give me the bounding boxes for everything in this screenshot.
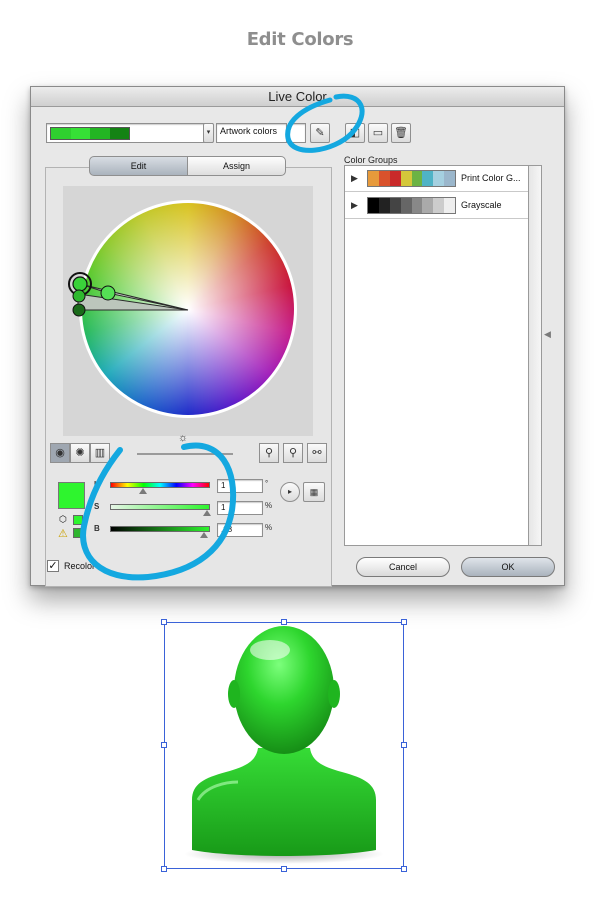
page-heading: Edit Colors — [246, 29, 354, 50]
web-safe-swatch[interactable] — [73, 515, 83, 525]
group-color-swatch[interactable] — [368, 171, 379, 186]
color-group-swatches — [367, 170, 456, 187]
color-bars-icon[interactable]: ▥ — [90, 443, 110, 463]
harmony-handles[interactable] — [63, 186, 313, 436]
artwork-color-swatch[interactable] — [51, 128, 71, 139]
dialog-title: Live Color — [31, 87, 564, 107]
gamut-warning-icon[interactable]: ⚠ — [58, 527, 68, 540]
brightness-thumb[interactable] — [200, 532, 208, 538]
link-harmony-icon[interactable]: ⚯ — [307, 443, 327, 463]
expand-triangle-icon[interactable]: ▶ — [351, 200, 358, 211]
recolor-checkbox[interactable]: ✓ — [47, 560, 59, 572]
remove-color-tool-icon[interactable]: ⚲ — [283, 443, 303, 463]
new-folder-icon[interactable]: ▭ — [368, 123, 388, 143]
expand-triangle-icon[interactable]: ▶ — [351, 173, 358, 184]
artwork-color-swatch[interactable] — [109, 128, 129, 139]
group-color-swatch[interactable] — [444, 171, 455, 186]
saturation-thumb[interactable] — [203, 510, 211, 516]
color-group-row[interactable]: ▶ Grayscale — [345, 193, 528, 219]
saturation-slider[interactable] — [110, 504, 210, 510]
color-group-name: Print Color G... — [461, 173, 521, 183]
artwork-color-swatch[interactable] — [70, 128, 90, 139]
live-color-dialog: Live Color ▾ Artwork colors ✎ ◧ ▭ 🗑 Edit… — [30, 86, 565, 587]
brightness-value-slider[interactable] — [110, 526, 210, 532]
hue-unit: ° — [265, 479, 269, 488]
cancel-button[interactable]: Cancel — [356, 557, 450, 577]
trash-icon[interactable]: 🗑 — [391, 123, 411, 143]
gamut-swatch[interactable] — [73, 528, 83, 538]
brightness-field[interactable]: .08 — [217, 523, 263, 537]
group-color-swatch[interactable] — [389, 171, 401, 186]
color-groups-scrollbar[interactable] — [529, 165, 542, 546]
group-color-swatch[interactable] — [444, 198, 455, 213]
user-silhouette-icon — [184, 626, 384, 864]
artwork-color-group[interactable] — [46, 123, 213, 143]
group-color-swatch[interactable] — [368, 198, 379, 213]
new-group-name-field[interactable] — [288, 123, 306, 143]
color-group-swatches — [367, 197, 456, 214]
color-wheel-area[interactable] — [63, 186, 313, 436]
artwork-dropdown-button[interactable]: ▾ — [203, 123, 214, 143]
color-groups-list[interactable]: ▶ Print Color G... ▶ Grayscale — [344, 165, 529, 546]
group-color-swatch[interactable] — [411, 171, 423, 186]
color-handle-2 — [100, 285, 116, 301]
color-group-row[interactable]: ▶ Print Color G... — [345, 166, 528, 192]
h-label: H — [94, 480, 100, 489]
saturation-field[interactable]: 1 — [217, 501, 263, 515]
color-groups-label: Color Groups — [344, 155, 398, 165]
group-color-swatch[interactable] — [400, 198, 412, 213]
segmented-wheel-icon[interactable]: ✺ — [70, 443, 90, 463]
recolor-label: Recolor — [64, 561, 96, 571]
brightness-slider[interactable] — [137, 453, 233, 455]
s-label: S — [94, 502, 100, 511]
color-group-name: Grayscale — [461, 200, 502, 210]
artwork-swatch-strip — [50, 127, 130, 140]
hue-field[interactable]: 1 — [217, 479, 263, 493]
color-mode-menu-icon[interactable]: ▸ — [280, 482, 300, 502]
color-table-icon[interactable]: ▦ — [303, 482, 325, 502]
artwork-colors-field[interactable]: Artwork colors — [216, 123, 287, 143]
out-of-web-icon[interactable]: ⬡ — [59, 514, 67, 525]
artwork-color-swatch[interactable] — [90, 128, 110, 139]
brightness-unit: % — [265, 523, 273, 532]
group-color-swatch[interactable] — [400, 171, 412, 186]
saturation-unit: % — [265, 501, 273, 510]
group-color-swatch[interactable] — [422, 171, 434, 186]
tab-assign[interactable]: Assign — [187, 156, 286, 176]
eyedropper-icon[interactable]: ✎ — [310, 123, 330, 143]
ok-button[interactable]: OK — [461, 557, 555, 577]
b-label: B — [94, 524, 100, 533]
color-handle-4 — [72, 303, 86, 317]
hue-thumb[interactable] — [139, 488, 147, 494]
hue-slider[interactable] — [110, 482, 210, 488]
current-color-swatch[interactable] — [58, 482, 85, 509]
group-color-swatch[interactable] — [433, 198, 445, 213]
group-color-swatch[interactable] — [411, 198, 423, 213]
group-color-swatch[interactable] — [378, 171, 390, 186]
add-color-tool-icon[interactable]: ⚲ — [259, 443, 279, 463]
tab-edit[interactable]: Edit — [89, 156, 188, 176]
collapse-panel-icon[interactable]: ◀ — [544, 329, 552, 347]
brightness-icon: ☼ — [178, 432, 189, 444]
group-color-swatch[interactable] — [389, 198, 401, 213]
group-color-swatch[interactable] — [378, 198, 390, 213]
color-handle-3 — [72, 289, 86, 303]
group-color-swatch[interactable] — [422, 198, 434, 213]
smooth-wheel-icon[interactable]: ◉ — [50, 443, 70, 463]
group-color-swatch[interactable] — [433, 171, 445, 186]
save-group-icon[interactable]: ◧ — [345, 123, 365, 143]
